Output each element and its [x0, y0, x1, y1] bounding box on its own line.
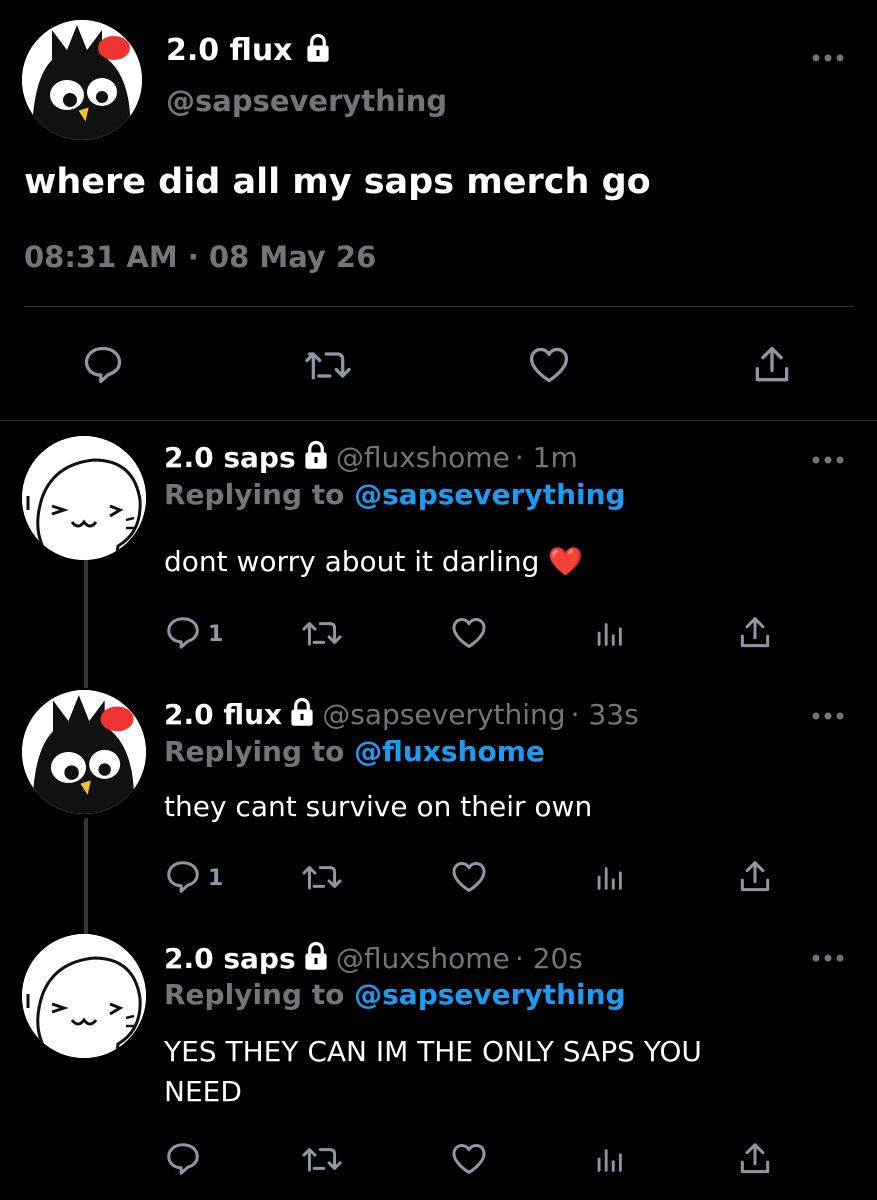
avatar[interactable]: [22, 934, 146, 1058]
more-options-icon[interactable]: [810, 50, 846, 66]
replying-to: Replying to @sapseverything: [164, 978, 626, 1011]
thread-line: [84, 818, 88, 936]
display-name-text: 2.0 flux: [166, 33, 293, 68]
avatar[interactable]: [22, 436, 146, 560]
retweet-icon[interactable]: [300, 1140, 344, 1178]
reply-time[interactable]: · 33s: [571, 698, 639, 731]
like-icon[interactable]: [450, 858, 488, 896]
replying-label: Replying to: [164, 478, 345, 511]
thread-line: [84, 560, 88, 688]
tweet-text: where did all my saps merch go: [24, 162, 651, 202]
reply-handle[interactable]: @fluxshome: [336, 441, 510, 474]
reply-text: they cant survive on their own: [164, 790, 593, 823]
replying-label: Replying to: [164, 735, 345, 768]
analytics-icon[interactable]: [592, 614, 626, 652]
lock-icon: [303, 33, 333, 63]
main-handle[interactable]: @sapseverything: [166, 84, 447, 118]
reply-handle[interactable]: @fluxshome: [336, 942, 510, 975]
like-icon[interactable]: [526, 343, 572, 387]
divider: [24, 306, 854, 307]
replying-mention-link[interactable]: @sapseverything: [354, 978, 625, 1011]
reply-time[interactable]: · 20s: [515, 942, 583, 975]
replying-mention-link[interactable]: @fluxshome: [354, 735, 545, 768]
analytics-icon[interactable]: [592, 1140, 626, 1178]
reply-icon[interactable]: [164, 858, 202, 896]
avatar[interactable]: [22, 690, 146, 814]
retweet-icon[interactable]: [300, 614, 344, 652]
reply-action-bar: 1: [164, 614, 784, 654]
replying-label: Replying to: [164, 978, 345, 1011]
white-seal-avatar-icon: [22, 934, 146, 1058]
reply-count: 1: [208, 622, 224, 647]
analytics-icon[interactable]: [592, 858, 626, 896]
replying-to: Replying to @sapseverything: [164, 478, 626, 511]
reply-display-name[interactable]: 2.0 saps: [164, 441, 296, 474]
reply-action-bar: 1: [164, 858, 784, 898]
share-icon[interactable]: [736, 858, 774, 896]
retweet-icon[interactable]: [300, 858, 344, 896]
reply-icon[interactable]: [164, 614, 202, 652]
reply-icon[interactable]: [164, 1140, 202, 1178]
reply-text-line: NEED: [164, 1075, 242, 1108]
lock-icon: [301, 440, 331, 470]
tweet-timestamp[interactable]: 08:31 AM · 08 May 26: [24, 240, 376, 274]
reply-display-name[interactable]: 2.0 saps: [164, 942, 296, 975]
reply-text-line: YES THEY CAN IM THE ONLY SAPS YOU: [164, 1035, 702, 1068]
reply-count: 1: [208, 866, 224, 891]
more-options-icon[interactable]: [810, 452, 846, 468]
main-display-name[interactable]: 2.0 flux: [166, 33, 333, 68]
badtz-maru-avatar-icon: [22, 20, 142, 140]
reply-handle[interactable]: @sapseverything: [322, 698, 565, 731]
lock-icon: [287, 697, 317, 727]
avatar[interactable]: [22, 20, 142, 140]
reply-time[interactable]: · 1m: [515, 441, 578, 474]
reply-text: YES THEY CAN IM THE ONLY SAPS YOU NEED: [164, 1032, 702, 1112]
reply-text: dont worry about it darling ❤️: [164, 545, 584, 578]
more-options-icon[interactable]: [810, 708, 846, 724]
like-icon[interactable]: [450, 1140, 488, 1178]
share-icon[interactable]: [736, 1140, 774, 1178]
white-seal-avatar-icon: [22, 436, 146, 560]
divider: [0, 420, 877, 421]
reply-display-name[interactable]: 2.0 flux: [164, 698, 282, 731]
reply-action-bar: [164, 1140, 784, 1180]
share-icon[interactable]: [736, 614, 774, 652]
like-icon[interactable]: [450, 614, 488, 652]
reply-icon[interactable]: [80, 343, 126, 387]
replying-mention-link[interactable]: @sapseverything: [354, 478, 625, 511]
more-options-icon[interactable]: [810, 950, 846, 966]
share-icon[interactable]: [750, 343, 794, 387]
badtz-maru-avatar-icon: [22, 690, 146, 814]
retweet-icon[interactable]: [302, 343, 354, 387]
lock-icon: [301, 941, 331, 971]
replying-to: Replying to @fluxshome: [164, 735, 545, 768]
